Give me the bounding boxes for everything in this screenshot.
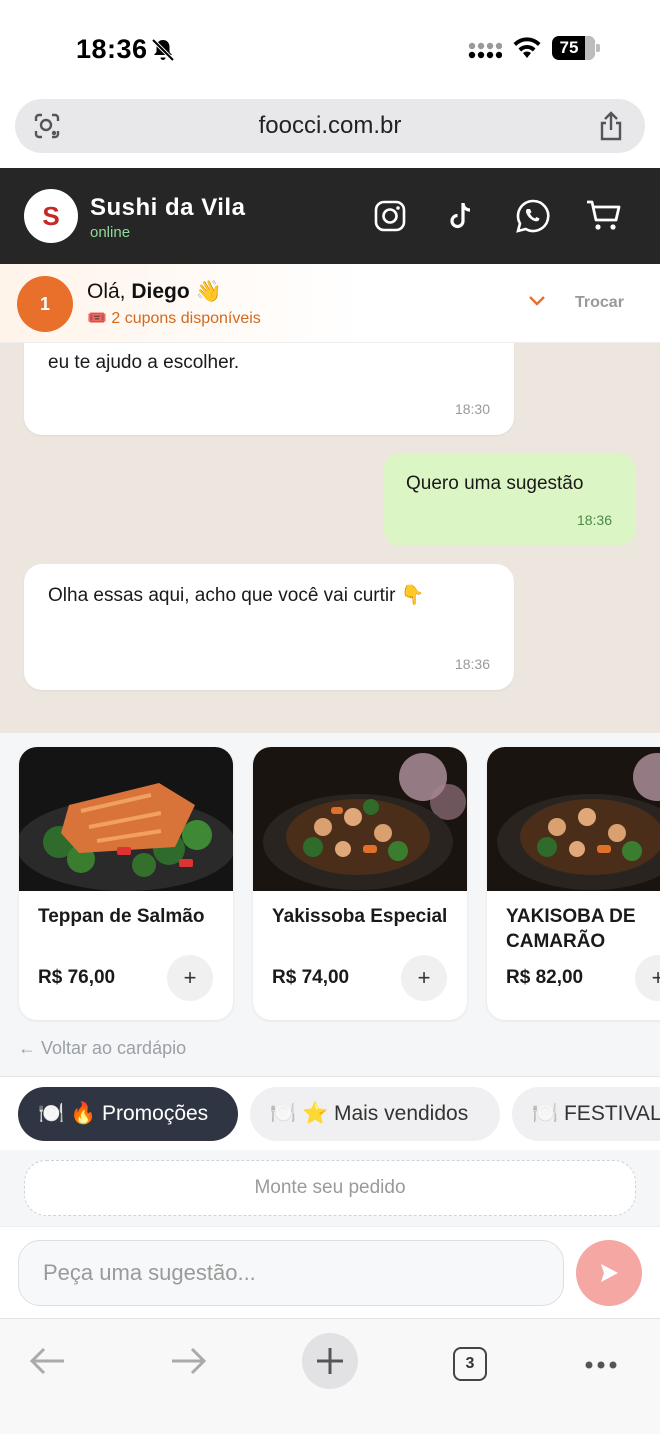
url-text[interactable]: foocci.com.br <box>15 99 645 153</box>
greeting-text: Olá, Diego 👋 <box>87 280 222 304</box>
address-bar[interactable]: foocci.com.br <box>15 99 645 153</box>
user-avatar[interactable]: 1 <box>17 276 73 332</box>
online-status: online <box>90 224 131 241</box>
cellular-signal-icon <box>468 42 502 59</box>
product-price: R$ 74,00 <box>272 967 350 988</box>
bell-muted-icon <box>151 38 175 62</box>
bot-message: Olha essas aqui, acho que você vai curti… <box>24 564 514 690</box>
add-to-cart-button[interactable]: + <box>635 955 660 1001</box>
product-carousel[interactable]: Teppan de Salmão R$ 76,00 + Yakissoba Es… <box>0 733 660 1076</box>
tab-count: 3 <box>453 1347 487 1381</box>
product-card[interactable]: Yakissoba Especial R$ 74,00 + <box>253 747 467 1020</box>
tab-switcher-button[interactable]: 3 <box>442 1333 498 1389</box>
message-time: 18:30 <box>454 401 490 417</box>
build-order-button[interactable]: Monte seu pedido <box>24 1160 636 1216</box>
cart-icon[interactable] <box>584 196 624 236</box>
greeting-hello: Olá, <box>87 280 126 303</box>
whatsapp-icon[interactable] <box>513 196 553 236</box>
plus-icon <box>317 1348 343 1374</box>
category-chip-festival[interactable]: 🍽️ FESTIVAL <box>512 1087 660 1141</box>
product-name: Teppan de Salmão <box>38 906 205 927</box>
product-price: R$ 76,00 <box>38 967 116 988</box>
chat-area[interactable]: Fica à vontade pra olhar o cardápio. Se … <box>0 343 660 733</box>
product-name: Yakissoba Especial <box>272 906 448 927</box>
new-tab-button[interactable] <box>302 1333 358 1389</box>
product-image <box>487 747 660 891</box>
store-header: S Sushi da Vila online <box>0 168 660 264</box>
message-text: Quero uma sugestão <box>406 473 584 494</box>
store-name: Sushi da Vila <box>90 194 246 221</box>
user-message: Quero uma sugestão 18:36 <box>383 453 636 546</box>
instagram-icon[interactable] <box>370 196 410 236</box>
coupons-available[interactable]: 🎟️ 2 cupons disponíveis <box>87 308 261 328</box>
status-bar: 18:36 75 <box>0 0 660 96</box>
browser-toolbar: 3 <box>0 1318 660 1434</box>
user-name: Diego <box>131 280 190 303</box>
product-card[interactable]: YAKISOBA DE CAMARÃO R$ 82,00 + <box>487 747 660 1020</box>
share-icon[interactable] <box>597 110 625 142</box>
battery-level: 75 <box>559 38 579 57</box>
message-text: Fica à vontade pra olhar o cardápio. Se … <box>48 352 240 373</box>
more-options-icon[interactable] <box>573 1333 629 1389</box>
send-icon <box>601 1264 618 1282</box>
chevron-down-icon[interactable] <box>527 294 547 308</box>
forward-arrow-icon[interactable] <box>160 1333 216 1389</box>
message-time: 18:36 <box>576 512 612 528</box>
wave-emoji: 👋 <box>195 280 222 303</box>
product-card[interactable]: Teppan de Salmão R$ 76,00 + <box>19 747 233 1020</box>
message-text: Olha essas aqui, acho que você vai curti… <box>48 585 425 606</box>
back-to-menu-link[interactable]: ← Voltar ao cardápio <box>18 1038 186 1059</box>
category-chip-mais-vendidos[interactable]: 🍽️ ⭐ Mais vendidos <box>250 1087 500 1141</box>
send-button[interactable] <box>576 1240 642 1306</box>
message-time: 18:36 <box>454 656 490 672</box>
status-time: 18:36 <box>76 34 148 64</box>
suggestion-input[interactable] <box>18 1240 564 1306</box>
add-to-cart-button[interactable]: + <box>401 955 447 1001</box>
chat-input-bar <box>0 1226 660 1318</box>
switch-user-button[interactable]: Trocar <box>575 294 624 312</box>
bot-message: Fica à vontade pra olhar o cardápio. Se … <box>24 343 514 435</box>
product-price: R$ 82,00 <box>506 967 584 988</box>
greeting-bar: 1 Olá, Diego 👋 🎟️ 2 cupons disponíveis <box>0 264 660 343</box>
tiktok-icon[interactable] <box>441 196 481 236</box>
category-chips: 🍽️ 🔥 Promoções 🍽️ ⭐ Mais vendidos 🍽️ FES… <box>0 1076 660 1150</box>
store-logo[interactable]: S <box>24 189 78 243</box>
product-image <box>19 747 233 891</box>
back-arrow-icon[interactable] <box>20 1333 76 1389</box>
add-to-cart-button[interactable]: + <box>167 955 213 1001</box>
build-order-section: Monte seu pedido <box>0 1150 660 1226</box>
category-chip-promocoes[interactable]: 🍽️ 🔥 Promoções <box>18 1087 238 1141</box>
product-image <box>253 747 467 891</box>
wifi-icon <box>513 37 541 58</box>
product-name: YAKISOBA DE CAMARÃO <box>506 906 636 952</box>
battery-icon: 75 <box>552 36 600 60</box>
